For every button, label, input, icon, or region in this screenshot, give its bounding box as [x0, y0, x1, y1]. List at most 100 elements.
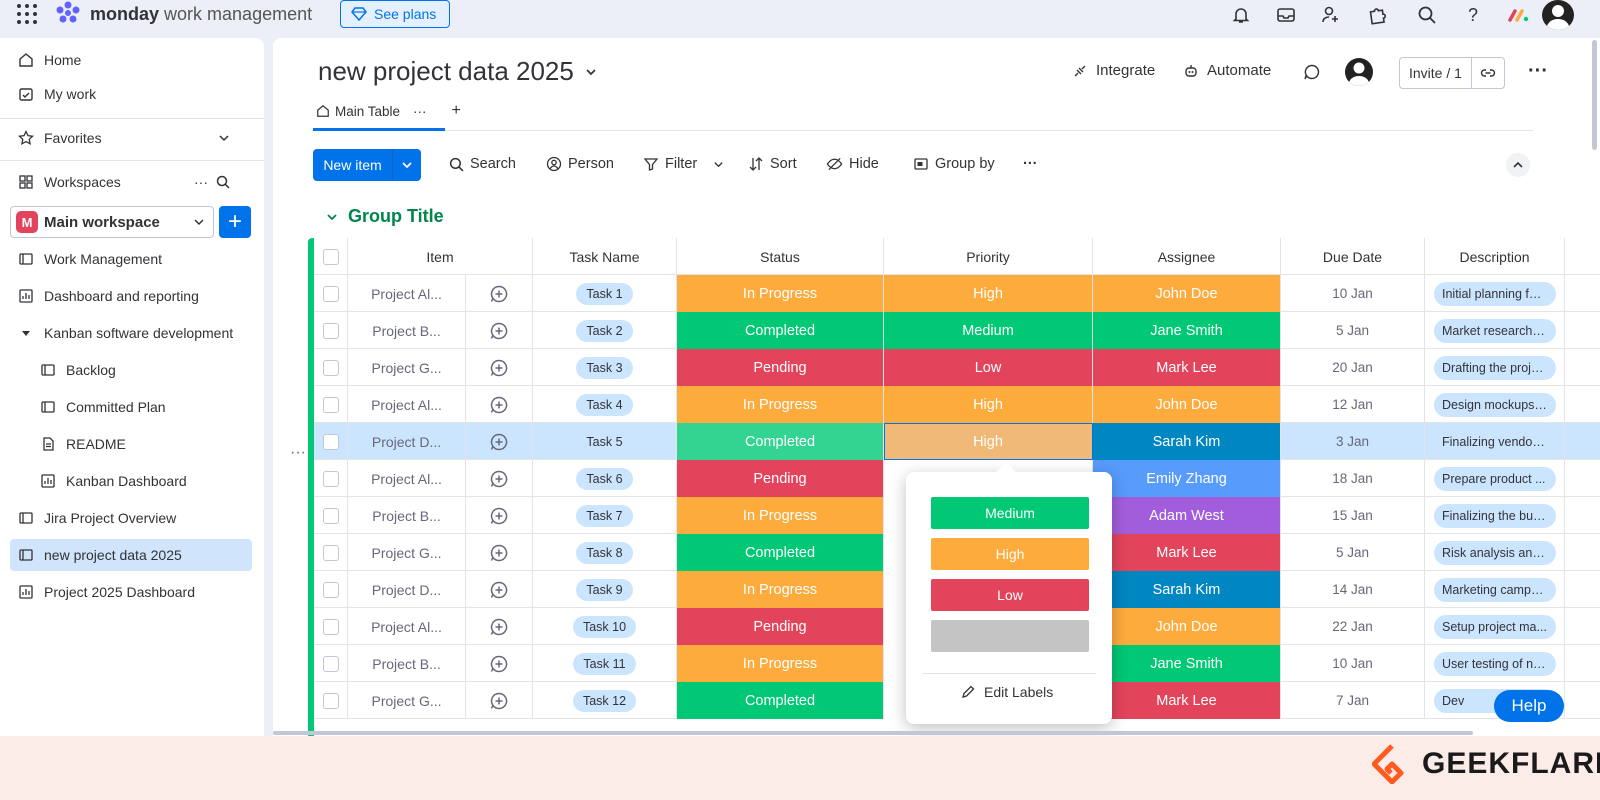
apps-puzzle-icon[interactable] [1366, 4, 1388, 26]
chevron-down-icon[interactable] [713, 159, 724, 170]
row-checkbox[interactable] [322, 692, 339, 709]
task-name-cell[interactable]: Task 2 [533, 312, 677, 349]
add-update-icon[interactable] [489, 543, 509, 563]
due-date-cell[interactable]: 5 Jan [1281, 312, 1425, 349]
group-title[interactable]: Group Title [326, 206, 444, 227]
sidebar-favorites[interactable]: Favorites [10, 122, 252, 154]
column-header-priority[interactable]: Priority [884, 238, 1093, 275]
description-cell[interactable]: Prepare product ... [1425, 460, 1565, 497]
status-cell[interactable]: Completed [677, 312, 884, 349]
sidebar-home[interactable]: Home [10, 44, 252, 76]
sidebar-item-jira-project-overview[interactable]: Jira Project Overview [10, 502, 252, 534]
description-cell[interactable]: Drafting the proje... [1425, 349, 1565, 386]
priority-option[interactable]: High [931, 538, 1089, 570]
column-header-item[interactable]: Item [348, 238, 533, 275]
invite-members-icon[interactable] [1320, 4, 1342, 26]
add-update-cell[interactable] [466, 275, 533, 312]
add-update-cell[interactable] [466, 608, 533, 645]
assignee-cell[interactable]: Jane Smith [1093, 312, 1281, 349]
description-cell[interactable]: Finalizing the bud... [1425, 497, 1565, 534]
status-cell[interactable]: Completed [677, 682, 884, 719]
row-select-cell[interactable] [314, 682, 348, 719]
horizontal-scrollbar[interactable] [273, 731, 1473, 735]
priority-cell[interactable]: High [884, 275, 1093, 312]
assignee-cell[interactable]: Emily Zhang [1093, 460, 1281, 497]
more-options-icon[interactable]: ··· [1528, 60, 1548, 83]
assignee-cell[interactable]: Mark Lee [1093, 534, 1281, 571]
sidebar-item-new-project-data-2025[interactable]: new project data 2025 [10, 539, 252, 571]
table-row[interactable]: Project Al... Task 4 In Progress High John D… [314, 386, 1600, 423]
tab-more-icon[interactable]: ··· [413, 104, 427, 119]
task-name-cell[interactable]: Task 5 [533, 423, 677, 460]
add-update-icon[interactable] [489, 284, 509, 304]
status-cell[interactable]: In Progress [677, 275, 884, 312]
add-update-cell[interactable] [466, 682, 533, 719]
sidebar-item-readme[interactable]: README [10, 428, 240, 460]
sidebar-item-committed-plan[interactable]: Committed Plan [10, 391, 240, 423]
monday-logo[interactable]: monday work management [54, 1, 312, 27]
sidebar-item-kanban-folder[interactable]: Kanban software development [10, 317, 252, 349]
status-cell[interactable]: Pending [677, 349, 884, 386]
status-cell[interactable]: Completed [677, 423, 884, 460]
add-item-button[interactable]: + [219, 206, 251, 238]
row-checkbox[interactable] [322, 433, 339, 450]
workspace-selector[interactable]: M Main workspace [10, 206, 214, 238]
help-button[interactable]: Help [1494, 690, 1564, 722]
assignee-cell[interactable]: Mark Lee [1093, 349, 1281, 386]
chevron-down-icon[interactable] [326, 211, 338, 223]
status-cell[interactable]: In Progress [677, 386, 884, 423]
task-name-cell[interactable]: Task 4 [533, 386, 677, 423]
sidebar-item-dashboard-and-reporting[interactable]: Dashboard and reporting [10, 280, 252, 312]
status-cell[interactable]: Pending [677, 460, 884, 497]
add-update-icon[interactable] [489, 395, 509, 415]
add-update-icon[interactable] [489, 469, 509, 489]
person-filter-button[interactable]: Person [546, 156, 614, 172]
row-select-cell[interactable] [314, 571, 348, 608]
row-checkbox[interactable] [322, 470, 339, 487]
sidebar-item-project-2025-dashboard[interactable]: Project 2025 Dashboard [10, 576, 252, 608]
description-cell[interactable]: Initial planning for... [1425, 275, 1565, 312]
description-cell[interactable]: Design mockups ... [1425, 386, 1565, 423]
assignee-cell[interactable]: Sarah Kim [1093, 423, 1281, 460]
status-cell[interactable]: Pending [677, 608, 884, 645]
row-select-cell[interactable] [314, 312, 348, 349]
priority-option[interactable]: Medium [931, 497, 1089, 529]
column-header-due-date[interactable]: Due Date [1281, 238, 1425, 275]
sidebar-my-work[interactable]: My work [10, 78, 252, 110]
chevron-down-icon[interactable] [210, 132, 240, 144]
due-date-cell[interactable]: 15 Jan [1281, 497, 1425, 534]
row-menu-icon[interactable]: ··· [290, 444, 306, 462]
search-button[interactable]: Search [449, 156, 516, 172]
monday-apps-icon[interactable] [1508, 4, 1530, 26]
task-name-cell[interactable]: Task 3 [533, 349, 677, 386]
assignee-cell[interactable]: John Doe [1093, 275, 1281, 312]
add-update-icon[interactable] [489, 580, 509, 600]
description-cell[interactable]: Setup project ma... [1425, 608, 1565, 645]
item-name-cell[interactable]: Project Al... [348, 275, 466, 312]
priority-cell[interactable]: High [884, 423, 1093, 460]
description-cell[interactable]: User testing of ne... [1425, 645, 1565, 682]
item-name-cell[interactable]: Project Al... [348, 460, 466, 497]
add-update-cell[interactable] [466, 460, 533, 497]
task-name-cell[interactable]: Task 1 [533, 275, 677, 312]
collapse-chevron-up-icon[interactable] [1506, 153, 1530, 177]
add-update-cell[interactable] [466, 534, 533, 571]
assignee-cell[interactable]: Sarah Kim [1093, 571, 1281, 608]
search-icon[interactable] [208, 175, 240, 189]
assignee-cell[interactable]: John Doe [1093, 386, 1281, 423]
add-update-icon[interactable] [489, 691, 509, 711]
column-header-task-name[interactable]: Task Name [533, 238, 677, 275]
row-select-cell[interactable] [314, 275, 348, 312]
row-checkbox[interactable] [322, 544, 339, 561]
due-date-cell[interactable]: 5 Jan [1281, 534, 1425, 571]
priority-option[interactable] [931, 620, 1089, 652]
more-dots-icon[interactable]: ··· [194, 174, 208, 190]
due-date-cell[interactable]: 7 Jan [1281, 682, 1425, 719]
add-update-cell[interactable] [466, 349, 533, 386]
chevron-down-icon[interactable] [584, 65, 598, 79]
due-date-cell[interactable]: 12 Jan [1281, 386, 1425, 423]
apps-grid-icon[interactable] [16, 3, 38, 25]
task-name-cell[interactable]: Task 10 [533, 608, 677, 645]
task-name-cell[interactable]: Task 7 [533, 497, 677, 534]
row-checkbox[interactable] [322, 285, 339, 302]
